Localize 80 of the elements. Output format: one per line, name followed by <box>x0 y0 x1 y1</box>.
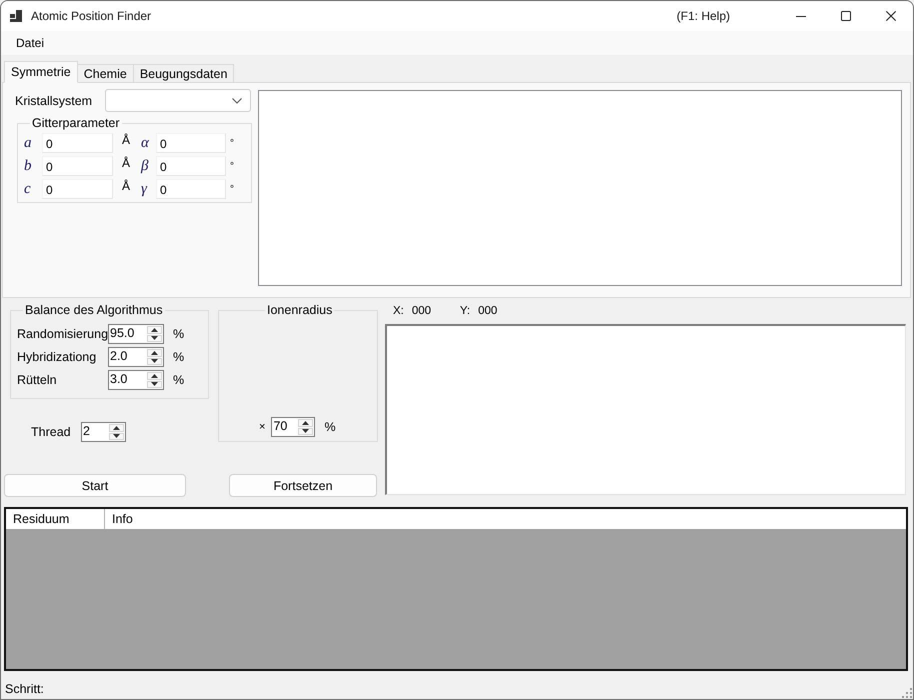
field-label: Kristallsystem <box>15 94 94 108</box>
length-input[interactable]: 0 <box>42 179 113 199</box>
up-triangle-icon <box>113 426 120 430</box>
unit-label: ° <box>229 138 234 148</box>
number-input[interactable]: 2.0 <box>109 348 147 366</box>
group-title: Balance des Algorithmus <box>24 303 164 317</box>
multiply-sign: × <box>259 421 266 433</box>
coordinate-value: 000 <box>412 304 432 316</box>
menu-item[interactable]: Datei <box>9 33 52 53</box>
status-label: Schritt: <box>5 682 44 696</box>
number-spinner[interactable]: 3.0 <box>108 370 164 390</box>
number-input[interactable]: 95.0 <box>109 325 147 343</box>
unit-label: ° <box>229 160 234 172</box>
angle-input[interactable]: 0 <box>156 133 226 153</box>
spin-down-button[interactable] <box>147 358 162 365</box>
spin-up-button[interactable] <box>109 424 124 432</box>
close-icon <box>886 11 896 21</box>
down-triangle-icon <box>151 336 158 340</box>
group-title: Ionenradius <box>266 303 334 317</box>
spin-down-button[interactable] <box>147 380 162 388</box>
variable-symbol: b <box>24 158 32 174</box>
number-spinner[interactable]: 70 <box>271 417 316 437</box>
tab[interactable]: Symmetrie <box>4 61 78 83</box>
number-spinner[interactable]: 2.0 <box>108 347 164 367</box>
group-title: Gitterparameter <box>31 116 121 130</box>
number-spinner[interactable]: 2 <box>81 422 126 442</box>
coordinate-label: Y: <box>460 304 470 316</box>
unit-label: % <box>173 327 184 341</box>
tab[interactable]: Beugungsdaten <box>132 64 234 82</box>
unit-label: % <box>324 420 336 434</box>
angle-symbol: γ <box>141 180 148 198</box>
number-input[interactable]: 2 <box>82 423 109 441</box>
field-label: Thread <box>31 425 72 439</box>
angle-input[interactable]: 0 <box>156 179 226 199</box>
unit-label: Å <box>121 156 132 170</box>
coordinate-label: X: <box>393 304 404 316</box>
spin-up-button[interactable] <box>147 349 162 356</box>
down-triangle-icon <box>151 359 158 364</box>
spin-down-button[interactable] <box>109 432 124 440</box>
unit-label: Å <box>121 179 132 193</box>
maximize-icon <box>840 11 850 21</box>
start-button[interactable]: Start <box>4 474 186 497</box>
up-triangle-icon <box>151 374 158 378</box>
variable-symbol: c <box>24 180 32 198</box>
column-header[interactable]: Residuum <box>6 509 105 529</box>
number-input[interactable]: 3.0 <box>109 371 147 389</box>
down-triangle-icon <box>302 429 310 434</box>
up-triangle-icon <box>151 328 158 332</box>
help-hint: (F1: Help) <box>676 9 730 23</box>
field-label: Randomisierung <box>17 327 108 341</box>
field-label: Rütteln <box>17 373 58 387</box>
unit-label: Å <box>121 133 132 147</box>
field-label: Hybridizationg <box>17 350 98 364</box>
variable-symbol: a <box>24 134 32 152</box>
up-triangle-icon <box>302 420 310 425</box>
down-triangle-icon <box>151 382 158 386</box>
spin-down-button[interactable] <box>298 428 314 435</box>
size-grip-icon <box>902 688 912 698</box>
number-input[interactable]: 70 <box>272 418 298 436</box>
app-icon <box>10 10 22 22</box>
column-header[interactable]: Info <box>105 509 906 529</box>
coordinate-value: 000 <box>478 304 498 316</box>
unit-label: % <box>173 350 184 364</box>
chevron-down-icon <box>232 98 242 104</box>
spin-down-button[interactable] <box>147 334 162 342</box>
spin-up-button[interactable] <box>147 326 162 334</box>
unit-label: % <box>173 373 184 387</box>
spin-up-button[interactable] <box>298 419 314 426</box>
continue-button[interactable]: Fortsetzen <box>229 474 377 497</box>
up-triangle-icon <box>151 350 158 355</box>
down-triangle-icon <box>113 434 120 438</box>
number-spinner[interactable]: 95.0 <box>108 324 164 344</box>
angle-input[interactable]: 0 <box>156 156 226 176</box>
unit-label: ° <box>229 184 234 194</box>
length-input[interactable]: 0 <box>42 156 113 176</box>
window-title: Atomic Position Finder <box>31 9 152 23</box>
length-input[interactable]: 0 <box>42 133 113 153</box>
angle-symbol: β <box>141 158 150 174</box>
angle-symbol: α <box>141 134 150 152</box>
spin-up-button[interactable] <box>147 372 162 380</box>
